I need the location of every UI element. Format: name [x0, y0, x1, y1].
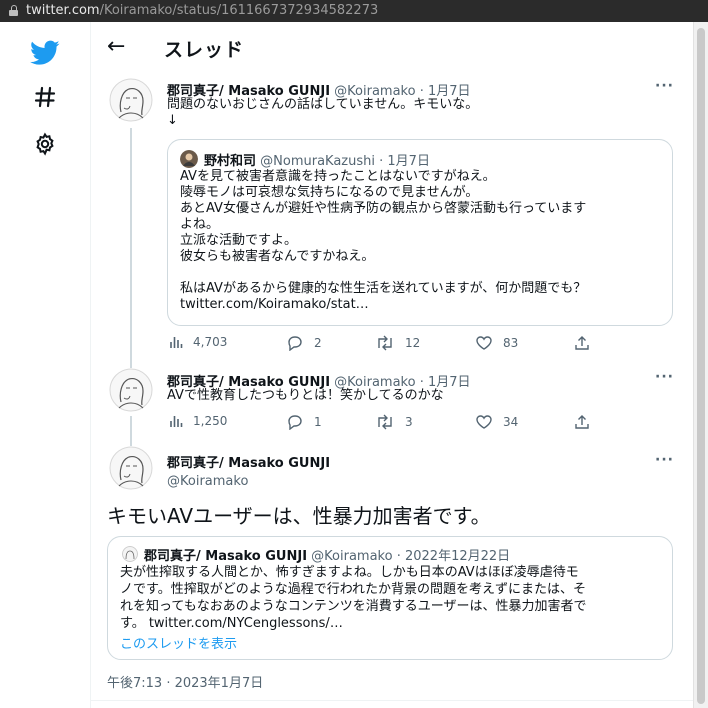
- avatar[interactable]: [109, 446, 153, 490]
- retweet-button[interactable]: 12: [375, 335, 420, 351]
- views-count: 4,703: [193, 335, 228, 349]
- reply-icon: [288, 415, 302, 430]
- views-count: 1,250: [193, 414, 228, 428]
- tweet-actions: 4,703 2 12 83: [167, 335, 597, 355]
- browser-url-bar[interactable]: twitter.com/Koiramako/status/16116673729…: [0, 0, 708, 22]
- quoted-tweet-header: 野村和司 @NomuraKazushi · 1月7日: [204, 150, 430, 169]
- page-title: スレッド: [164, 39, 245, 61]
- reply-icon: [288, 336, 302, 351]
- thread-connector: [130, 416, 132, 446]
- more-options-icon[interactable]: ···: [655, 78, 674, 94]
- quoted-avatar: [122, 546, 138, 562]
- views-button[interactable]: 4,703: [169, 335, 227, 349]
- quoted-tweet-text: AVを見て被害者意識を持ったことはないですがねえ。 陵辱モノは可哀想な気持ちにな…: [180, 169, 587, 312]
- reply-button[interactable]: 1: [286, 414, 322, 430]
- like-count: 83: [503, 336, 519, 350]
- column-divider: [90, 22, 91, 708]
- avatar[interactable]: [109, 78, 153, 122]
- author-name[interactable]: 郡司真子/ Masako GUNJI: [167, 452, 330, 471]
- retweet-button[interactable]: 3: [375, 414, 413, 430]
- views-icon: [170, 416, 183, 427]
- thread-connector: [130, 128, 132, 368]
- gear-icon[interactable]: [28, 127, 62, 161]
- lock-icon: [9, 5, 18, 16]
- main-tweet-author: 郡司真子/ Masako GUNJI @Koiramako: [167, 452, 330, 489]
- quoted-author-handle: @Koiramako: [311, 549, 393, 564]
- quoted-tweet[interactable]: 野村和司 @NomuraKazushi · 1月7日 AVを見て被害者意識を持っ…: [167, 139, 673, 326]
- share-icon: [575, 336, 589, 350]
- more-options-icon[interactable]: ···: [655, 369, 674, 385]
- tweet-text: AVで性教育したつもりとは！笑かしてるのかな: [167, 388, 444, 403]
- quoted-tweet-date: · 2022年12月22日: [396, 549, 511, 564]
- author-handle[interactable]: @Koiramako: [167, 474, 330, 489]
- back-arrow-icon[interactable]: ←: [107, 34, 125, 60]
- quoted-avatar: [180, 150, 198, 168]
- tweet-text: 問題のないおじさんの話はしていません。キモいな。 ↓: [167, 97, 479, 128]
- reply-count: 1: [314, 415, 322, 429]
- quoted-author-name: 野村和司: [204, 154, 257, 169]
- left-navigation: [0, 22, 90, 708]
- like-count: 34: [503, 415, 519, 429]
- twitter-bird-icon[interactable]: [28, 36, 62, 70]
- quoted-tweet-header: 郡司真子/ Masako GUNJI @Koiramako · 2022年12月…: [144, 545, 510, 564]
- hashtag-icon[interactable]: [28, 80, 62, 114]
- reply-button[interactable]: 2: [286, 335, 322, 351]
- like-button[interactable]: 83: [475, 335, 518, 351]
- scrollbar[interactable]: [693, 22, 708, 708]
- retweet-icon: [378, 335, 392, 351]
- quoted-tweet-text: 夫が性搾取する人間とか、怖すぎますよね。しかも日本のAVはほぼ凌辱虐待モ ノです…: [120, 565, 587, 631]
- quoted-author-handle: @NomuraKazushi: [260, 154, 375, 169]
- reply-count: 2: [314, 336, 322, 350]
- thread-header: ← スレッド: [91, 22, 693, 72]
- share-button[interactable]: [574, 414, 590, 430]
- retweet-count: 12: [405, 336, 421, 350]
- share-icon: [575, 415, 589, 429]
- quoted-tweet-date: · 1月7日: [379, 154, 430, 169]
- heart-icon: [476, 336, 492, 350]
- heart-icon: [476, 415, 492, 429]
- url-path: /Koiramako/status/1611667372934582273: [99, 3, 379, 18]
- url-domain: twitter.com: [26, 3, 100, 18]
- divider: [91, 700, 693, 701]
- retweet-icon: [378, 414, 392, 430]
- retweet-count: 3: [405, 415, 413, 429]
- views-button[interactable]: 1,250: [169, 414, 227, 428]
- tweet-timestamp[interactable]: 午後7:13 · 2023年1月7日: [107, 672, 263, 691]
- like-button[interactable]: 34: [475, 414, 518, 430]
- quoted-author-name: 郡司真子/ Masako GUNJI: [144, 549, 308, 564]
- quoted-tweet[interactable]: 郡司真子/ Masako GUNJI @Koiramako · 2022年12月…: [107, 536, 673, 660]
- show-thread-link[interactable]: このスレッドを表示: [120, 633, 237, 652]
- more-options-icon[interactable]: ···: [655, 452, 674, 468]
- avatar[interactable]: [109, 368, 153, 412]
- tweet-actions: 1,250 1 3 34: [167, 414, 597, 434]
- scrollbar-thumb[interactable]: [697, 28, 705, 704]
- main-tweet-text: キモいAVユーザーは、性暴力加害者です。: [107, 504, 491, 528]
- views-icon: [170, 337, 183, 348]
- share-button[interactable]: [574, 335, 590, 351]
